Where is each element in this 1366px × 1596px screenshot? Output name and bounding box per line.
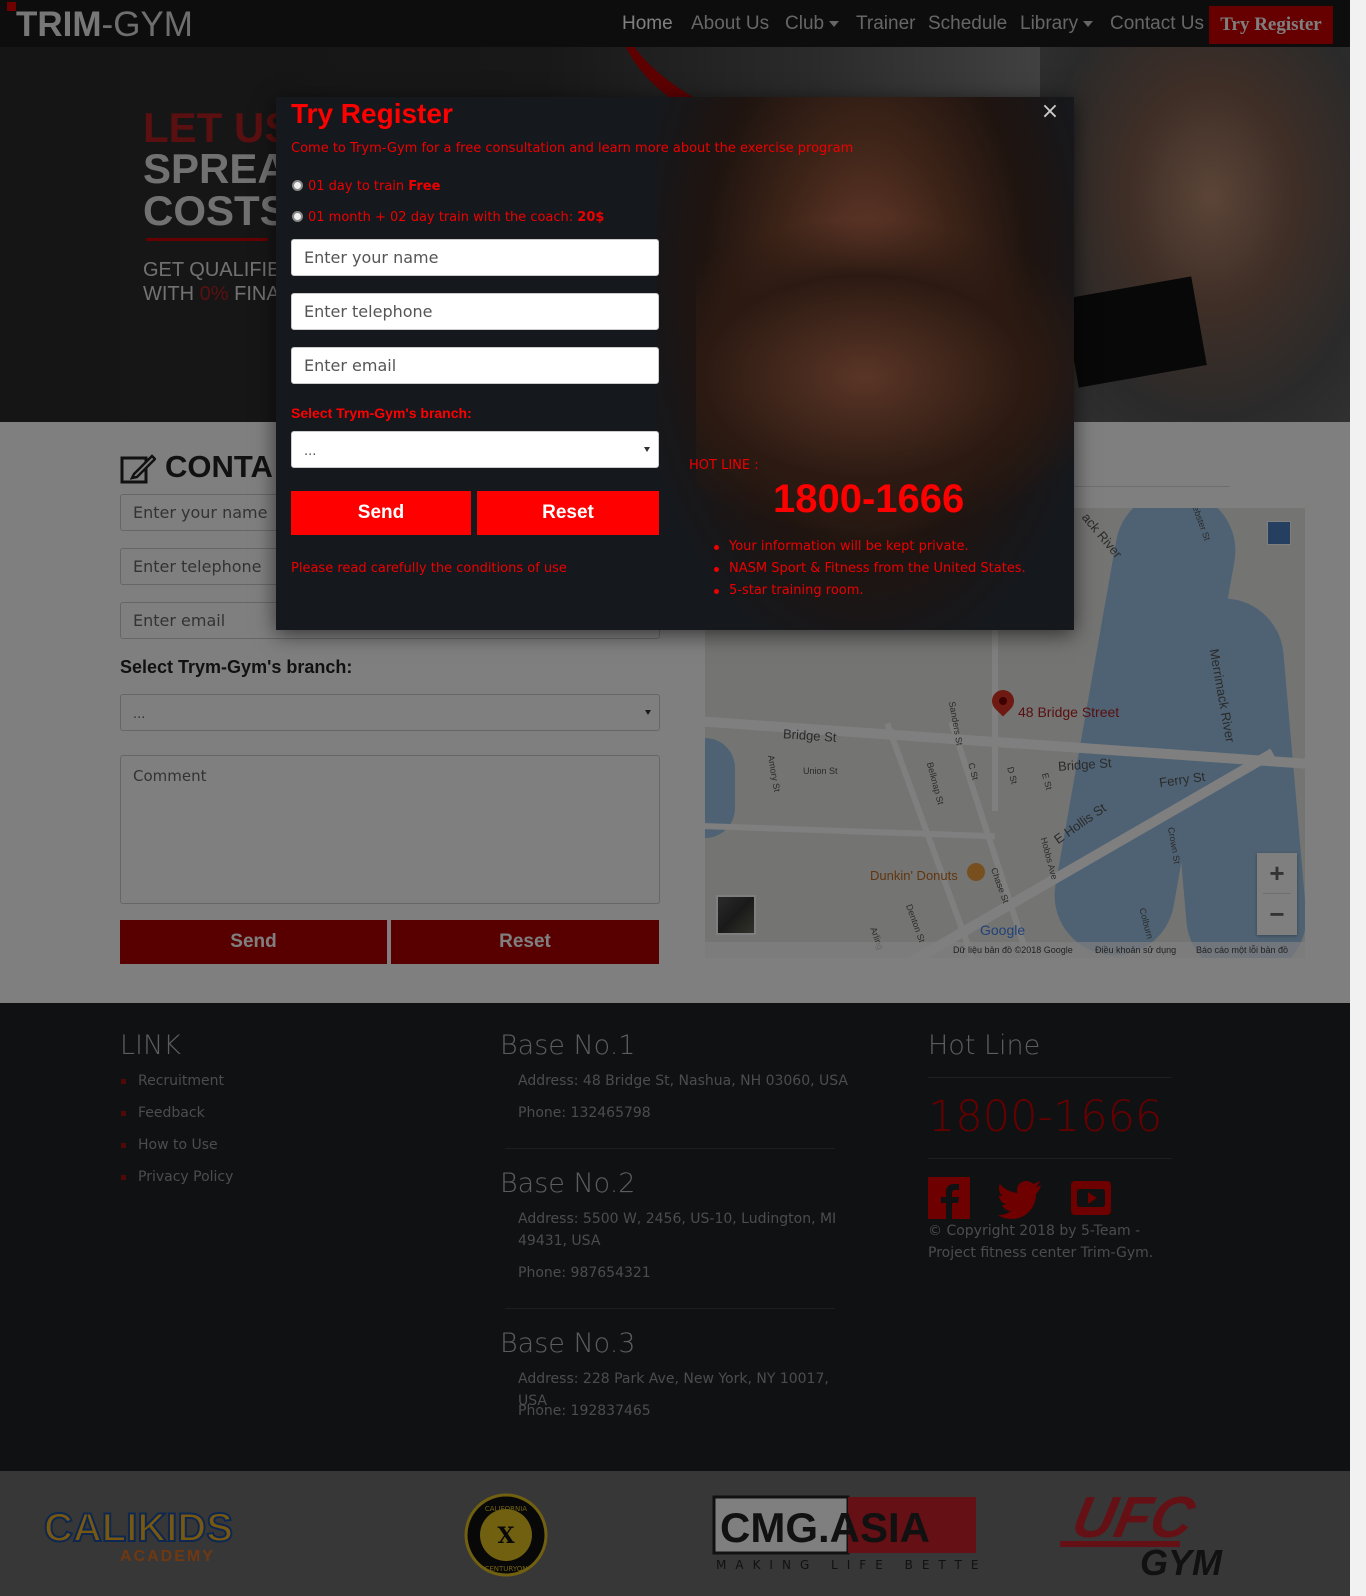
modal-benefit-item: 5-star training room. xyxy=(729,583,864,598)
modal-subtitle: Come to Trym-Gym for a free consultation… xyxy=(291,141,854,156)
chevron-down-icon xyxy=(644,447,650,452)
option-2-radio[interactable] xyxy=(292,211,303,222)
modal-hotline-label: HOT LINE : xyxy=(689,458,759,473)
option-1-radio[interactable] xyxy=(292,180,303,191)
option-1-text: 01 day to train xyxy=(308,179,409,194)
vertical-scrollbar[interactable] xyxy=(1350,0,1366,1596)
list-bullet xyxy=(714,545,719,550)
modal-reset-button[interactable]: Reset xyxy=(477,491,659,535)
close-icon[interactable]: × xyxy=(1038,100,1062,124)
option-2-label[interactable]: 01 month + 02 day train with the coach: … xyxy=(308,210,604,226)
modal-benefit-item: Your information will be kept private. xyxy=(729,539,969,554)
try-register-modal: Try Register × Come to Trym-Gym for a fr… xyxy=(276,97,1074,630)
modal-phone-input[interactable]: Enter telephone xyxy=(291,293,659,330)
modal-branch-select[interactable]: ... xyxy=(291,431,659,468)
list-bullet xyxy=(714,589,719,594)
option-1-label[interactable]: 01 day to train Free xyxy=(308,179,440,195)
list-bullet xyxy=(714,567,719,572)
modal-email-input[interactable]: Enter email xyxy=(291,347,659,384)
modal-hotline-number: 1800-1666 xyxy=(773,477,965,521)
modal-benefit-item: NASM Sport & Fitness from the United Sta… xyxy=(729,561,1026,576)
option-1-bold: Free xyxy=(408,179,441,194)
modal-branch-label: Select Trym-Gym's branch: xyxy=(291,405,472,421)
modal-title: Try Register xyxy=(291,98,453,129)
modal-send-button[interactable]: Send xyxy=(291,491,471,535)
option-2-text: 01 month + 02 day train with the coach: xyxy=(308,210,578,225)
modal-name-input[interactable]: Enter your name xyxy=(291,239,659,276)
conditions-link[interactable]: Please read carefully the conditions of … xyxy=(291,561,567,577)
option-2-bold: 20$ xyxy=(577,210,605,225)
modal-branch-value: ... xyxy=(304,444,317,459)
